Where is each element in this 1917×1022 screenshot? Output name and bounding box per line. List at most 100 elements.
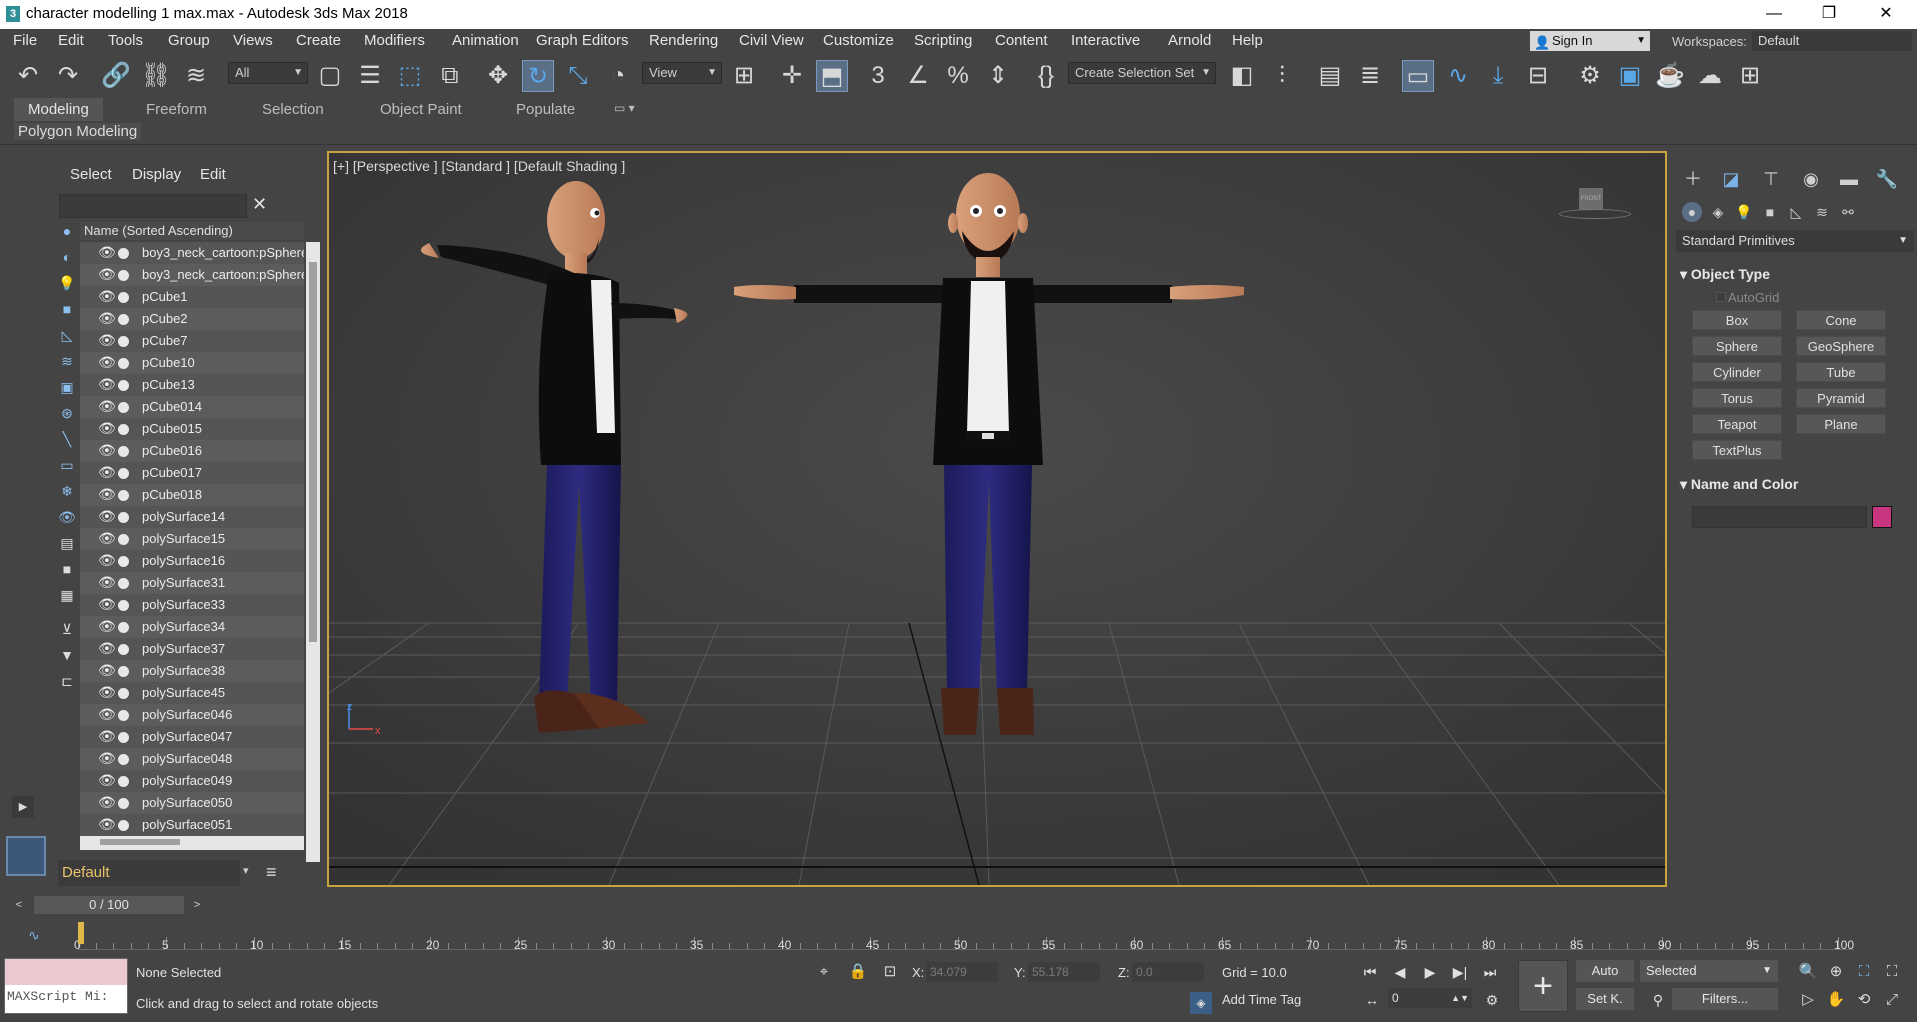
display-lights-icon[interactable]: 💡: [58, 274, 76, 292]
go-to-start-icon[interactable]: ⏮: [1358, 962, 1382, 982]
visibility-eye-icon[interactable]: 👁: [98, 816, 116, 833]
visibility-eye-icon[interactable]: 👁: [98, 376, 116, 393]
play-panel-icon[interactable]: ▶: [12, 796, 34, 818]
geosphere-button[interactable]: GeoSphere: [1796, 336, 1886, 356]
list-item[interactable]: 👁 pCube7: [80, 330, 304, 352]
time-slider-prev[interactable]: <: [8, 896, 30, 914]
list-item[interactable]: 👁 polySurface049: [80, 770, 304, 792]
current-layer-field[interactable]: Default: [58, 860, 240, 886]
key-filters-icon[interactable]: ⚲: [1646, 990, 1670, 1010]
freeze-toggle-icon[interactable]: [118, 512, 129, 523]
time-tag-icon[interactable]: ◈: [1190, 992, 1212, 1014]
zoom-icon[interactable]: 🔍: [1796, 960, 1820, 984]
cameras-category-icon[interactable]: ■: [1760, 202, 1780, 222]
x-coord-field[interactable]: 34.079: [926, 962, 998, 982]
freeze-toggle-icon[interactable]: [118, 402, 129, 413]
select-by-name-icon[interactable]: ☰: [354, 60, 386, 92]
angle-snap-icon[interactable]: ∠: [902, 60, 934, 92]
freeze-toggle-icon[interactable]: [118, 820, 129, 831]
sign-in-dropdown[interactable]: 👤 Sign In ▼: [1530, 31, 1650, 51]
timeline-track[interactable]: 0 5 10 15 20 25 30 35 40 45 50 55 60 65 70 75 80 85 90 95 10…: [74, 922, 1854, 952]
freeze-toggle-icon[interactable]: [118, 490, 129, 501]
list-item[interactable]: 👁 pCube017: [80, 462, 304, 484]
tab-populate[interactable]: Populate: [516, 101, 575, 118]
menu-scripting[interactable]: Scripting: [914, 32, 972, 49]
key-filter-dropdown[interactable]: Selected ▼: [1640, 960, 1778, 982]
orbit-icon[interactable]: ⟲: [1852, 988, 1876, 1012]
y-coord-field[interactable]: 55.178: [1028, 962, 1100, 982]
select-object-icon[interactable]: ▢: [314, 60, 346, 92]
display-helpers-icon[interactable]: ◺: [58, 326, 76, 344]
freeze-toggle-icon[interactable]: [118, 248, 129, 259]
freeze-toggle-icon[interactable]: [118, 270, 129, 281]
menu-customize[interactable]: Customize: [823, 32, 894, 49]
freeze-toggle-icon[interactable]: [118, 380, 129, 391]
menu-modifiers[interactable]: Modifiers: [364, 32, 425, 49]
lights-category-icon[interactable]: 💡: [1734, 202, 1754, 222]
tube-button[interactable]: Tube: [1796, 362, 1886, 382]
systems-category-icon[interactable]: ⚯: [1838, 202, 1858, 222]
display-invert-icon[interactable]: ▦: [58, 586, 76, 604]
visibility-eye-icon[interactable]: 👁: [98, 288, 116, 305]
freeze-toggle-icon[interactable]: [118, 798, 129, 809]
go-to-end-icon[interactable]: ⏭: [1478, 962, 1502, 982]
next-frame-icon[interactable]: ▶|: [1448, 962, 1472, 982]
modify-tab-icon[interactable]: ◪: [1718, 166, 1744, 192]
textplus-button[interactable]: TextPlus: [1692, 440, 1782, 460]
freeze-toggle-icon[interactable]: [118, 644, 129, 655]
display-tab-icon[interactable]: ▬: [1836, 166, 1862, 192]
rendered-frame-window-icon[interactable]: ▣: [1614, 60, 1646, 92]
freeze-toggle-icon[interactable]: [118, 600, 129, 611]
maxscript-output[interactable]: [5, 959, 127, 985]
list-item[interactable]: 👁 polySurface15: [80, 528, 304, 550]
funnel-icon[interactable]: ▼: [58, 646, 76, 664]
visibility-eye-icon[interactable]: 👁: [98, 750, 116, 767]
rectangular-selection-icon[interactable]: ⬚: [394, 60, 426, 92]
display-bones-icon[interactable]: ╲: [58, 430, 76, 448]
vertical-scrollbar[interactable]: [306, 242, 320, 862]
z-coord-field[interactable]: 0.0: [1132, 962, 1204, 982]
filters-button[interactable]: Filters...: [1672, 988, 1778, 1010]
named-selection-dropdown[interactable]: Create Selection Set ▼: [1068, 62, 1216, 84]
horizontal-scrollbar[interactable]: [80, 836, 304, 850]
close-button[interactable]: ✕: [1863, 0, 1909, 29]
object-name-input[interactable]: [1692, 506, 1867, 528]
menu-graph-editors[interactable]: Graph Editors: [536, 32, 629, 49]
visibility-eye-icon[interactable]: 👁: [98, 508, 116, 525]
current-frame-marker[interactable]: [78, 922, 84, 944]
perspective-viewport[interactable]: [+] [Perspective ] [Standard ] [Default …: [327, 151, 1667, 887]
move-icon[interactable]: ✥: [482, 60, 514, 92]
menu-edit[interactable]: Edit: [58, 32, 84, 49]
curve-editor-icon[interactable]: ∿: [1442, 60, 1474, 92]
freeze-toggle-icon[interactable]: [118, 314, 129, 325]
geometry-category-icon[interactable]: ●: [1682, 202, 1702, 222]
viewcube-compass[interactable]: [1559, 209, 1631, 219]
place-icon[interactable]: ◔: [602, 60, 634, 92]
rotate-icon[interactable]: ↻: [522, 60, 554, 92]
freeze-toggle-icon[interactable]: [118, 292, 129, 303]
percent-snap-icon[interactable]: %: [942, 60, 974, 92]
visibility-eye-icon[interactable]: 👁: [98, 442, 116, 459]
selection-filter-dropdown[interactable]: All ▼: [228, 62, 308, 84]
curve-editor-mini-icon[interactable]: ∿: [28, 927, 40, 944]
visibility-eye-icon[interactable]: 👁: [98, 552, 116, 569]
render-in-cloud-icon[interactable]: ☁: [1694, 60, 1726, 92]
layer-manager-icon[interactable]: [6, 836, 46, 876]
freeze-toggle-icon[interactable]: [118, 710, 129, 721]
visibility-eye-icon[interactable]: 👁: [98, 398, 116, 415]
visibility-eye-icon[interactable]: 👁: [98, 464, 116, 481]
list-item[interactable]: 👁 boy3_neck_cartoon:pSphere: [80, 242, 304, 264]
absolute-mode-icon[interactable]: ⊡: [878, 960, 902, 984]
ribbon-options-icon[interactable]: ▭ ▾: [614, 101, 635, 115]
scrollbar-thumb[interactable]: [309, 262, 317, 642]
visibility-eye-icon[interactable]: 👁: [98, 420, 116, 437]
filter-icon[interactable]: ⊻: [58, 620, 76, 638]
se-menu-display[interactable]: Display: [132, 166, 181, 183]
shapes-category-icon[interactable]: ◈: [1708, 202, 1728, 222]
list-item[interactable]: 👁 pCube10: [80, 352, 304, 374]
teapot-button[interactable]: Teapot: [1692, 414, 1782, 434]
polygon-modeling-label[interactable]: Polygon Modeling: [14, 123, 142, 140]
list-item[interactable]: 👁 polySurface45: [80, 682, 304, 704]
list-item[interactable]: 👁 pCube13: [80, 374, 304, 396]
viewcube[interactable]: FRONT: [1579, 188, 1603, 210]
